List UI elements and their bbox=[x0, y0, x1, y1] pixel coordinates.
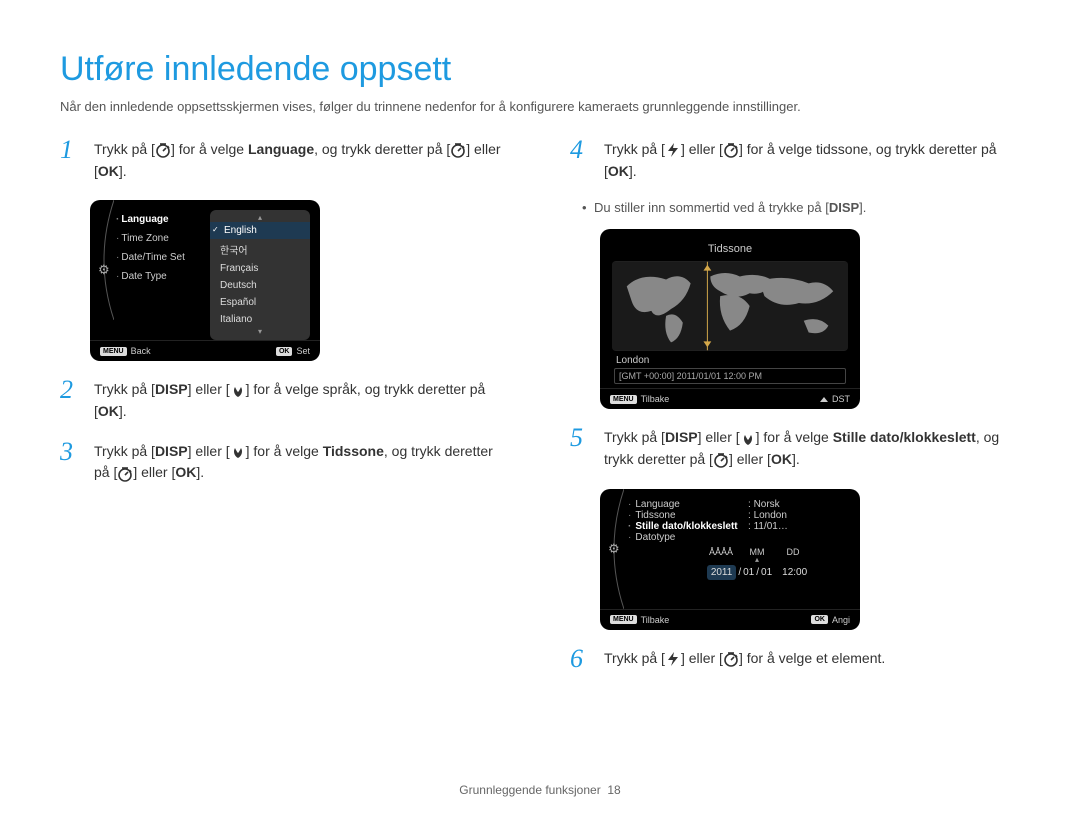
row-language: Language bbox=[628, 499, 738, 510]
step-4-note: Du stiller inn sommertid ved å trykke på… bbox=[582, 200, 1020, 215]
ok-badge: OK bbox=[811, 615, 828, 624]
device-datetime-screen: ⚙ Language: Norsk Tidssone: London Still… bbox=[600, 489, 860, 630]
step-4: 4 Trykk på [] eller [] for å velge tidss… bbox=[570, 139, 1020, 182]
macro-icon bbox=[230, 383, 246, 399]
menu-item-datetimeset: ·Date/Time Set bbox=[116, 250, 198, 265]
step-2: 2 Trykk på [DISP] eller [] for å velge s… bbox=[60, 379, 510, 422]
disp-icon: DISP bbox=[665, 429, 698, 445]
ok-icon: OK bbox=[771, 451, 792, 467]
lang-espanol: Español bbox=[210, 294, 310, 311]
lang-deutsch: Deutsch bbox=[210, 277, 310, 294]
row-tidssone: Tidssone bbox=[628, 510, 738, 521]
flash-icon bbox=[665, 142, 681, 158]
step-number: 5 bbox=[570, 425, 592, 470]
menu-item-language: ·Language bbox=[116, 212, 198, 227]
date-day: 01 bbox=[761, 567, 772, 578]
chevron-down-icon: ▾ bbox=[210, 328, 310, 336]
device-footer: MENUTilbake DST bbox=[600, 388, 860, 409]
step-number: 4 bbox=[570, 137, 592, 182]
disp-icon: DISP bbox=[155, 381, 188, 397]
timer-icon bbox=[723, 651, 739, 667]
ok-icon: OK bbox=[175, 464, 196, 480]
step-5: 5 Trykk på [DISP] eller [] for å velge S… bbox=[570, 427, 1020, 470]
gear-icon: ⚙ bbox=[98, 262, 110, 278]
chevron-up-icon: ▴ bbox=[664, 557, 850, 563]
step-number: 1 bbox=[60, 137, 82, 182]
lang-korean: 한국어 bbox=[210, 239, 310, 260]
gear-icon: ⚙ bbox=[608, 541, 620, 557]
chevron-up-icon: ▴ bbox=[210, 214, 310, 222]
page-title: Utføre innledende oppsett bbox=[60, 50, 1020, 89]
date-month: 01 bbox=[743, 567, 754, 578]
step-1: 1 Trykk på [] for å velge Language, og t… bbox=[60, 139, 510, 182]
flash-icon bbox=[665, 651, 681, 667]
step-3: 3 Trykk på [DISP] eller [] for å velge T… bbox=[60, 441, 510, 484]
timer-icon bbox=[450, 142, 466, 158]
triangle-up-icon bbox=[820, 397, 828, 402]
ok-badge: OK bbox=[276, 347, 293, 356]
ok-icon: OK bbox=[98, 403, 119, 419]
date-editor: ÅÅÅÅ MM DD ▴ 2011 / 01 / 01 12:00 bbox=[664, 547, 850, 580]
macro-icon bbox=[230, 444, 246, 460]
language-dropdown: ▴ English 한국어 Français Deutsch Español I… bbox=[210, 210, 310, 340]
timer-icon bbox=[155, 142, 171, 158]
curve-decoration bbox=[90, 200, 114, 320]
device-language-screen: ·Language ·Time Zone ·Date/Time Set ·Dat… bbox=[90, 200, 320, 361]
device-timezone-screen: Tidssone London bbox=[600, 229, 860, 409]
timer-icon bbox=[117, 466, 133, 482]
timer-icon bbox=[723, 142, 739, 158]
date-time: 12:00 bbox=[782, 567, 807, 578]
timezone-title: Tidssone bbox=[610, 239, 850, 261]
menu-badge: MENU bbox=[610, 615, 637, 624]
page-footer: Grunnleggende funksjoner 18 bbox=[0, 783, 1080, 797]
row-datotype: Datotype bbox=[628, 532, 738, 543]
timer-icon bbox=[713, 452, 729, 468]
menu-badge: MENU bbox=[100, 347, 127, 356]
macro-icon bbox=[740, 431, 756, 447]
lang-italiano: Italiano bbox=[210, 311, 310, 328]
step-6: 6 Trykk på [] eller [] for å velge et el… bbox=[570, 648, 1020, 672]
step-number: 6 bbox=[570, 646, 592, 672]
menu-item-datetype: ·Date Type bbox=[116, 269, 198, 284]
lang-francais: Français bbox=[210, 260, 310, 277]
date-year: 2011 bbox=[707, 565, 737, 580]
ok-icon: OK bbox=[608, 163, 629, 179]
world-map bbox=[612, 261, 848, 351]
disp-icon: DISP bbox=[155, 443, 188, 459]
lang-english: English bbox=[210, 222, 310, 239]
disp-icon: DISP bbox=[829, 200, 859, 215]
timezone-city: London bbox=[610, 351, 850, 366]
step-number: 2 bbox=[60, 377, 82, 422]
timezone-gmt: [GMT +00:00] 2011/01/01 12:00 PM bbox=[614, 368, 846, 384]
device-footer: MENUBack OKSet bbox=[90, 340, 320, 361]
intro-text: Når den innledende oppsettsskjermen vise… bbox=[60, 99, 1020, 114]
row-stille-dato: Stille dato/klokkeslett bbox=[628, 521, 738, 532]
device-footer: MENUTilbake OKAngi bbox=[600, 609, 860, 630]
menu-item-timezone: ·Time Zone bbox=[116, 231, 198, 246]
menu-badge: MENU bbox=[610, 395, 637, 404]
ok-icon: OK bbox=[98, 163, 119, 179]
step-number: 3 bbox=[60, 439, 82, 484]
